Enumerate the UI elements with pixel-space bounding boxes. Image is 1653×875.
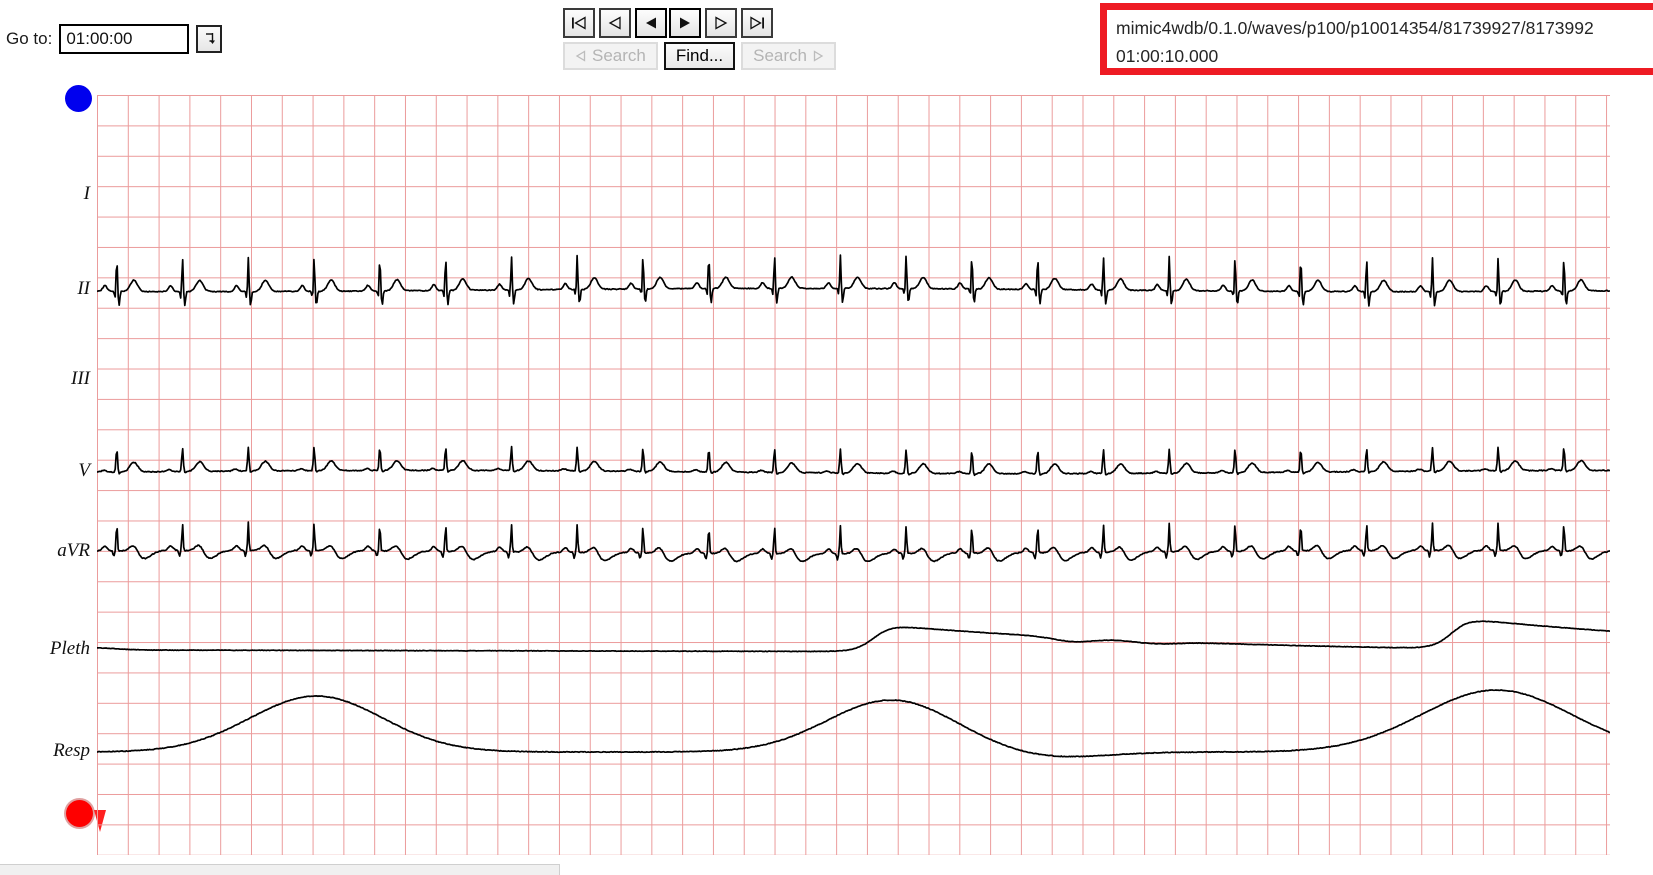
- search-backward-label: Search: [592, 46, 646, 65]
- step-back-icon: [608, 16, 621, 30]
- page-back-button[interactable]: [635, 8, 667, 38]
- find-button[interactable]: Find...: [663, 42, 736, 70]
- signal-label-iii: III: [71, 368, 90, 389]
- trace-resp: [97, 689, 1610, 758]
- trace-pleth: [97, 620, 1610, 653]
- record-path-box[interactable]: mimic4wdb/0.1.0/waves/p100/p10014354/817…: [1100, 3, 1653, 75]
- page-back-icon: [646, 17, 656, 29]
- goto-label: Go to:: [6, 29, 53, 48]
- search-backward-button[interactable]: Search: [563, 42, 658, 70]
- record-path: mimic4wdb/0.1.0/waves/p100/p10014354/817…: [1116, 18, 1594, 38]
- nav-button-row: [563, 8, 836, 38]
- signal-label-column: I II III VaVR Pleth Resp: [0, 95, 90, 855]
- goto-time-input[interactable]: [59, 24, 190, 54]
- arrow-down-right-icon: [205, 33, 215, 44]
- goto-submit-button[interactable]: [196, 25, 223, 53]
- search-forward-label: Search: [753, 46, 807, 65]
- signal-label-ii: II: [77, 278, 90, 299]
- signal-label-pleth: Pleth: [49, 638, 90, 659]
- trace-v: [97, 445, 1610, 477]
- goto-control: Go to:: [6, 24, 223, 54]
- navigation-toolbar: Search Find... Search: [563, 8, 836, 70]
- signal-label-avr: aVR: [57, 540, 90, 561]
- search-button-row: Search Find... Search: [563, 42, 836, 70]
- step-back-button[interactable]: [599, 8, 631, 38]
- go-to-start-button[interactable]: [563, 8, 595, 38]
- triangle-left-icon: [575, 50, 586, 62]
- signal-label-v: V: [78, 460, 90, 481]
- trace-ii: [97, 254, 1610, 307]
- signal-label-i: I: [83, 183, 90, 204]
- trace-avr: [97, 521, 1610, 563]
- signal-label-resp: Resp: [53, 740, 90, 761]
- step-forward-icon: [715, 16, 728, 30]
- step-forward-button[interactable]: [705, 8, 737, 38]
- waveform-chart[interactable]: [97, 95, 1610, 855]
- skip-to-end-icon: [750, 16, 764, 30]
- search-forward-button[interactable]: Search: [741, 42, 836, 70]
- skip-to-start-icon: [572, 16, 586, 30]
- go-to-end-button[interactable]: [741, 8, 773, 38]
- page-forward-icon: [680, 17, 690, 29]
- page-forward-button[interactable]: [669, 8, 701, 38]
- lightwave-viewer: Go to: 01:00:00 Search Find... Search mi…: [0, 0, 1653, 875]
- record-time: 01:00:10.000: [1116, 46, 1219, 66]
- waveform-traces: [97, 95, 1610, 855]
- horizontal-scrollbar[interactable]: [0, 864, 560, 875]
- triangle-right-icon: [813, 50, 824, 62]
